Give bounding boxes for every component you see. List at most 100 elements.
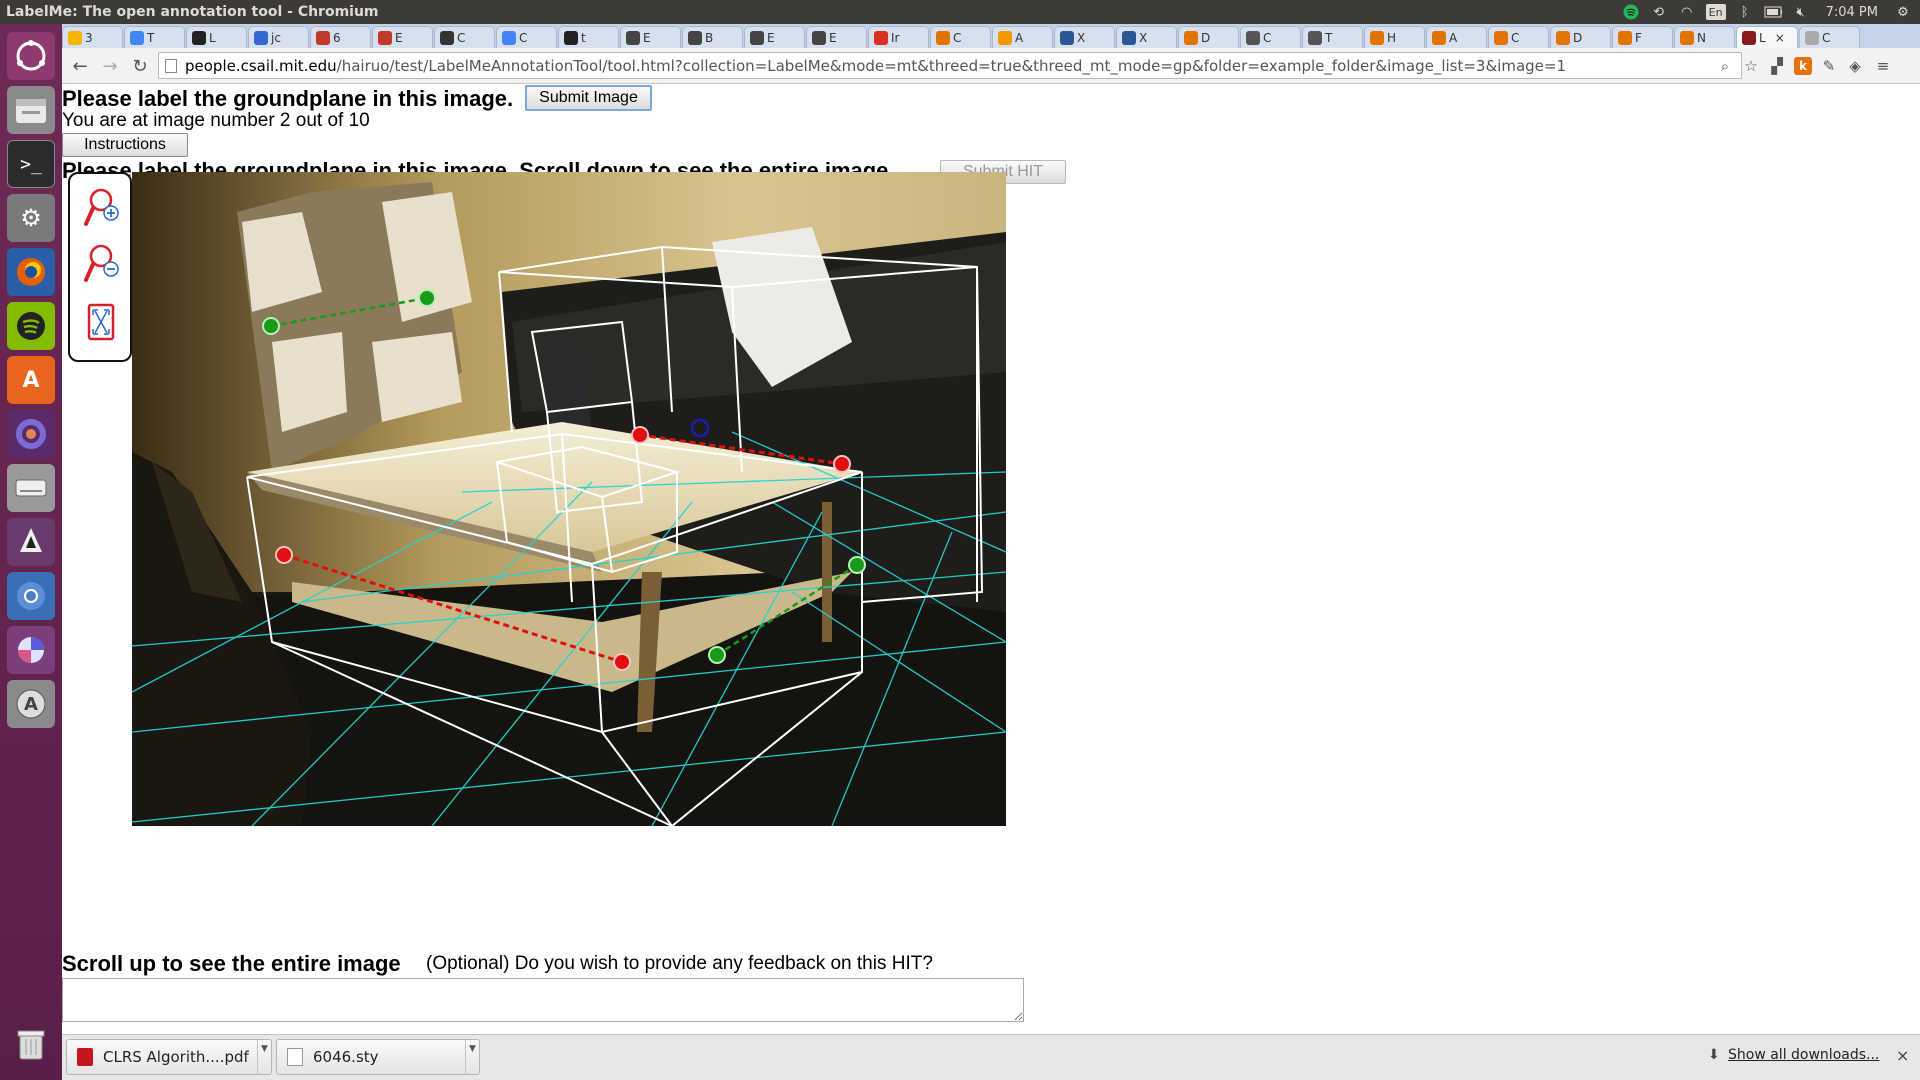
tab-favicon-icon [1370, 30, 1384, 45]
download-menu-caret[interactable]: ▼ [257, 1040, 271, 1074]
unity-tweak-icon[interactable] [7, 410, 55, 458]
browser-tab[interactable]: F [1612, 26, 1673, 48]
terminal-icon[interactable]: >_ [7, 140, 55, 188]
instructions-button[interactable]: Instructions [62, 133, 188, 157]
browser-tab[interactable]: D [1178, 26, 1239, 48]
progress-text: You are at image number 2 out of 10 [62, 110, 370, 131]
spotify-tray-icon[interactable] [1622, 3, 1640, 21]
back-button[interactable]: ← [66, 52, 94, 80]
pocket-icon[interactable]: ◈ [1846, 57, 1864, 75]
browser-tab[interactable]: Ir [868, 26, 929, 48]
point-red[interactable] [275, 546, 293, 564]
bookmark-star-icon[interactable]: ☆ [1742, 57, 1760, 75]
settings-gear-icon[interactable]: ⚙ [1894, 3, 1912, 21]
browser-tab[interactable]: 3 [62, 26, 123, 48]
tab-favicon-icon [1432, 30, 1446, 45]
firefox-icon[interactable] [7, 248, 55, 296]
tab-label: C [1511, 30, 1520, 45]
browser-tab[interactable]: C [496, 26, 557, 48]
tab-close-icon[interactable]: × [1775, 31, 1785, 45]
point-green[interactable] [848, 556, 866, 574]
tab-label: L [1759, 30, 1766, 45]
volume-muted-icon[interactable]: 🔇︎ [1792, 3, 1810, 21]
browser-tab[interactable]: C [1799, 26, 1860, 48]
browser-tab[interactable]: L [186, 26, 247, 48]
keyboard-layout-indicator[interactable]: En [1705, 4, 1726, 20]
address-bar[interactable]: people.csail.mit.edu/hairuo/test/LabelMe… [158, 52, 1742, 79]
browser-tab[interactable]: A [992, 26, 1053, 48]
system-settings-icon[interactable]: ⚙ [7, 194, 55, 242]
browser-tab[interactable]: D [1550, 26, 1611, 48]
battery-icon[interactable] [1764, 3, 1782, 21]
zoom-indicator-icon[interactable]: ⌕ [1716, 57, 1734, 75]
browser-tab[interactable]: H [1364, 26, 1425, 48]
browser-tab[interactable]: C [1240, 26, 1301, 48]
system-top-bar: LabelMe: The open annotation tool - Chro… [0, 0, 1920, 24]
zoom-out-icon[interactable] [83, 242, 121, 284]
close-downloads-bar-icon[interactable]: × [1896, 1046, 1909, 1065]
tab-favicon-icon [688, 30, 702, 45]
browser-tab[interactable]: 6 [310, 26, 371, 48]
fit-to-screen-icon[interactable] [85, 302, 119, 344]
tab-label: 3 [85, 30, 93, 45]
software-updater-icon[interactable]: A [7, 680, 55, 728]
inkscape-icon[interactable] [7, 518, 55, 566]
zoom-in-icon[interactable] [83, 186, 121, 228]
sync-tray-icon[interactable]: ⟲ [1650, 3, 1668, 21]
extension-1-icon[interactable]: ▞ [1768, 57, 1786, 75]
browser-tab[interactable]: N [1674, 26, 1735, 48]
wifi-icon[interactable]: ◠ [1678, 3, 1696, 21]
disk-drive-icon[interactable] [7, 464, 55, 512]
download-menu-caret[interactable]: ▼ [465, 1040, 479, 1074]
browser-tab[interactable]: C [930, 26, 991, 48]
download-item-sty[interactable]: 6046.sty ▼ [276, 1039, 480, 1075]
tab-label: jc [271, 30, 281, 45]
files-icon[interactable] [7, 86, 55, 134]
tab-label: N [1697, 30, 1706, 45]
chromium-icon[interactable] [7, 572, 55, 620]
extension-tools-icon[interactable]: ✎ [1820, 57, 1838, 75]
browser-tab[interactable]: C [1488, 26, 1549, 48]
forward-button[interactable]: → [96, 52, 124, 80]
browser-tab[interactable]: L × [1736, 26, 1798, 48]
browser-tab[interactable]: X [1116, 26, 1177, 48]
reload-button[interactable]: ↻ [126, 52, 154, 80]
browser-tab[interactable]: E [620, 26, 681, 48]
browser-tab[interactable]: C [434, 26, 495, 48]
browser-tab[interactable]: t [558, 26, 619, 48]
point-green[interactable] [708, 646, 726, 664]
point-red[interactable] [613, 653, 631, 671]
browser-tab[interactable]: A [1426, 26, 1487, 48]
browser-tab[interactable]: E [372, 26, 433, 48]
clock[interactable]: 7:04 PM [1820, 5, 1884, 20]
tab-favicon-icon [1308, 30, 1322, 45]
browser-tab[interactable]: T [1302, 26, 1363, 48]
submit-image-button[interactable]: Submit Image [525, 85, 652, 111]
annotation-image[interactable] [132, 172, 1006, 826]
spotify-icon[interactable] [7, 302, 55, 350]
tab-favicon-icon [1742, 30, 1756, 45]
trash-icon[interactable] [7, 1020, 55, 1068]
dash-home-icon[interactable] [7, 32, 55, 80]
browser-tab[interactable]: E [744, 26, 805, 48]
annotation-canvas[interactable] [132, 172, 1006, 826]
bluetooth-icon[interactable]: ᛒ [1736, 3, 1754, 21]
browser-tab[interactable]: E [806, 26, 867, 48]
point-green[interactable] [262, 317, 280, 335]
feedback-textarea[interactable] [62, 978, 1024, 1022]
shotwell-icon[interactable] [7, 626, 55, 674]
browser-tab[interactable]: jc [248, 26, 309, 48]
browser-tab[interactable]: B [682, 26, 743, 48]
point-red[interactable] [631, 426, 649, 444]
chrome-menu-icon[interactable]: ≡ [1874, 57, 1892, 75]
browser-tab[interactable]: T [124, 26, 185, 48]
tab-favicon-icon [502, 30, 516, 45]
point-green[interactable] [418, 289, 436, 307]
software-center-icon[interactable]: A [7, 356, 55, 404]
download-item-pdf[interactable]: CLRS Algorith....pdf ▼ [66, 1039, 272, 1075]
point-red[interactable] [833, 455, 851, 473]
tab-favicon-icon [440, 30, 454, 45]
show-all-downloads-link[interactable]: Show all downloads... [1728, 1047, 1879, 1063]
extension-k-icon[interactable]: k [1794, 57, 1812, 75]
browser-tab[interactable]: X [1054, 26, 1115, 48]
